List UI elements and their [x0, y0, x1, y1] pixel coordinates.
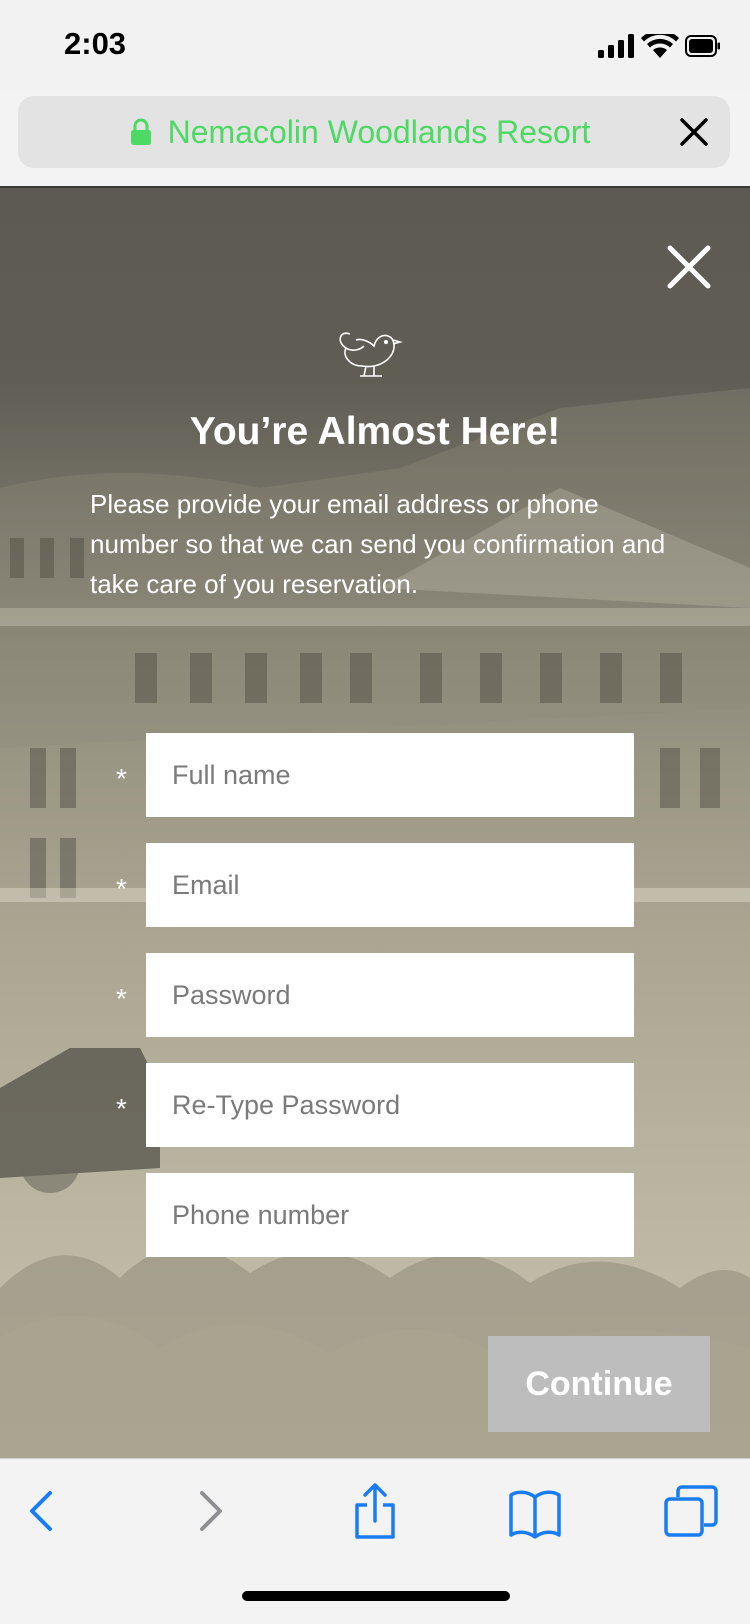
required-mark: *	[116, 983, 127, 1014]
continue-button[interactable]: Continue	[488, 1336, 710, 1432]
full-name-row: *	[0, 733, 750, 817]
signup-modal: You’re Almost Here! Please provide your …	[0, 188, 750, 1458]
address-bar[interactable]: Nemacolin Woodlands Resort	[18, 96, 730, 168]
email-input[interactable]	[146, 843, 634, 927]
password-row: *	[0, 953, 750, 1037]
close-icon[interactable]	[666, 244, 712, 290]
required-mark: *	[116, 763, 127, 794]
status-time: 2:03	[64, 26, 127, 61]
status-bar: 2:03	[0, 0, 750, 92]
lock-icon	[130, 118, 151, 145]
phone-row	[0, 1173, 750, 1257]
required-mark: *	[116, 1093, 127, 1124]
password-input[interactable]	[146, 953, 634, 1037]
modal-description: Please provide your email address or pho…	[90, 489, 666, 599]
forward-icon[interactable]	[180, 1481, 240, 1541]
close-icon[interactable]	[676, 114, 712, 150]
back-icon[interactable]	[12, 1481, 72, 1541]
cellular-signal-icon	[598, 34, 634, 58]
site-title: Nemacolin Woodlands Resort	[167, 113, 591, 150]
phone-number-input[interactable]	[146, 1173, 634, 1257]
email-row: *	[0, 843, 750, 927]
required-mark: *	[116, 873, 127, 904]
retype-password-input[interactable]	[146, 1063, 634, 1147]
home-indicator	[242, 1591, 510, 1601]
bookmarks-icon[interactable]	[505, 1481, 565, 1541]
full-name-input[interactable]	[146, 733, 634, 817]
status-icons	[598, 34, 720, 58]
wifi-icon	[641, 34, 679, 58]
share-icon[interactable]	[345, 1481, 405, 1541]
battery-icon	[685, 35, 720, 57]
tabs-icon[interactable]	[662, 1481, 722, 1541]
modal-title: You’re Almost Here!	[189, 410, 561, 453]
retype-password-row: *	[0, 1063, 750, 1147]
bird-logo-icon	[339, 332, 403, 377]
